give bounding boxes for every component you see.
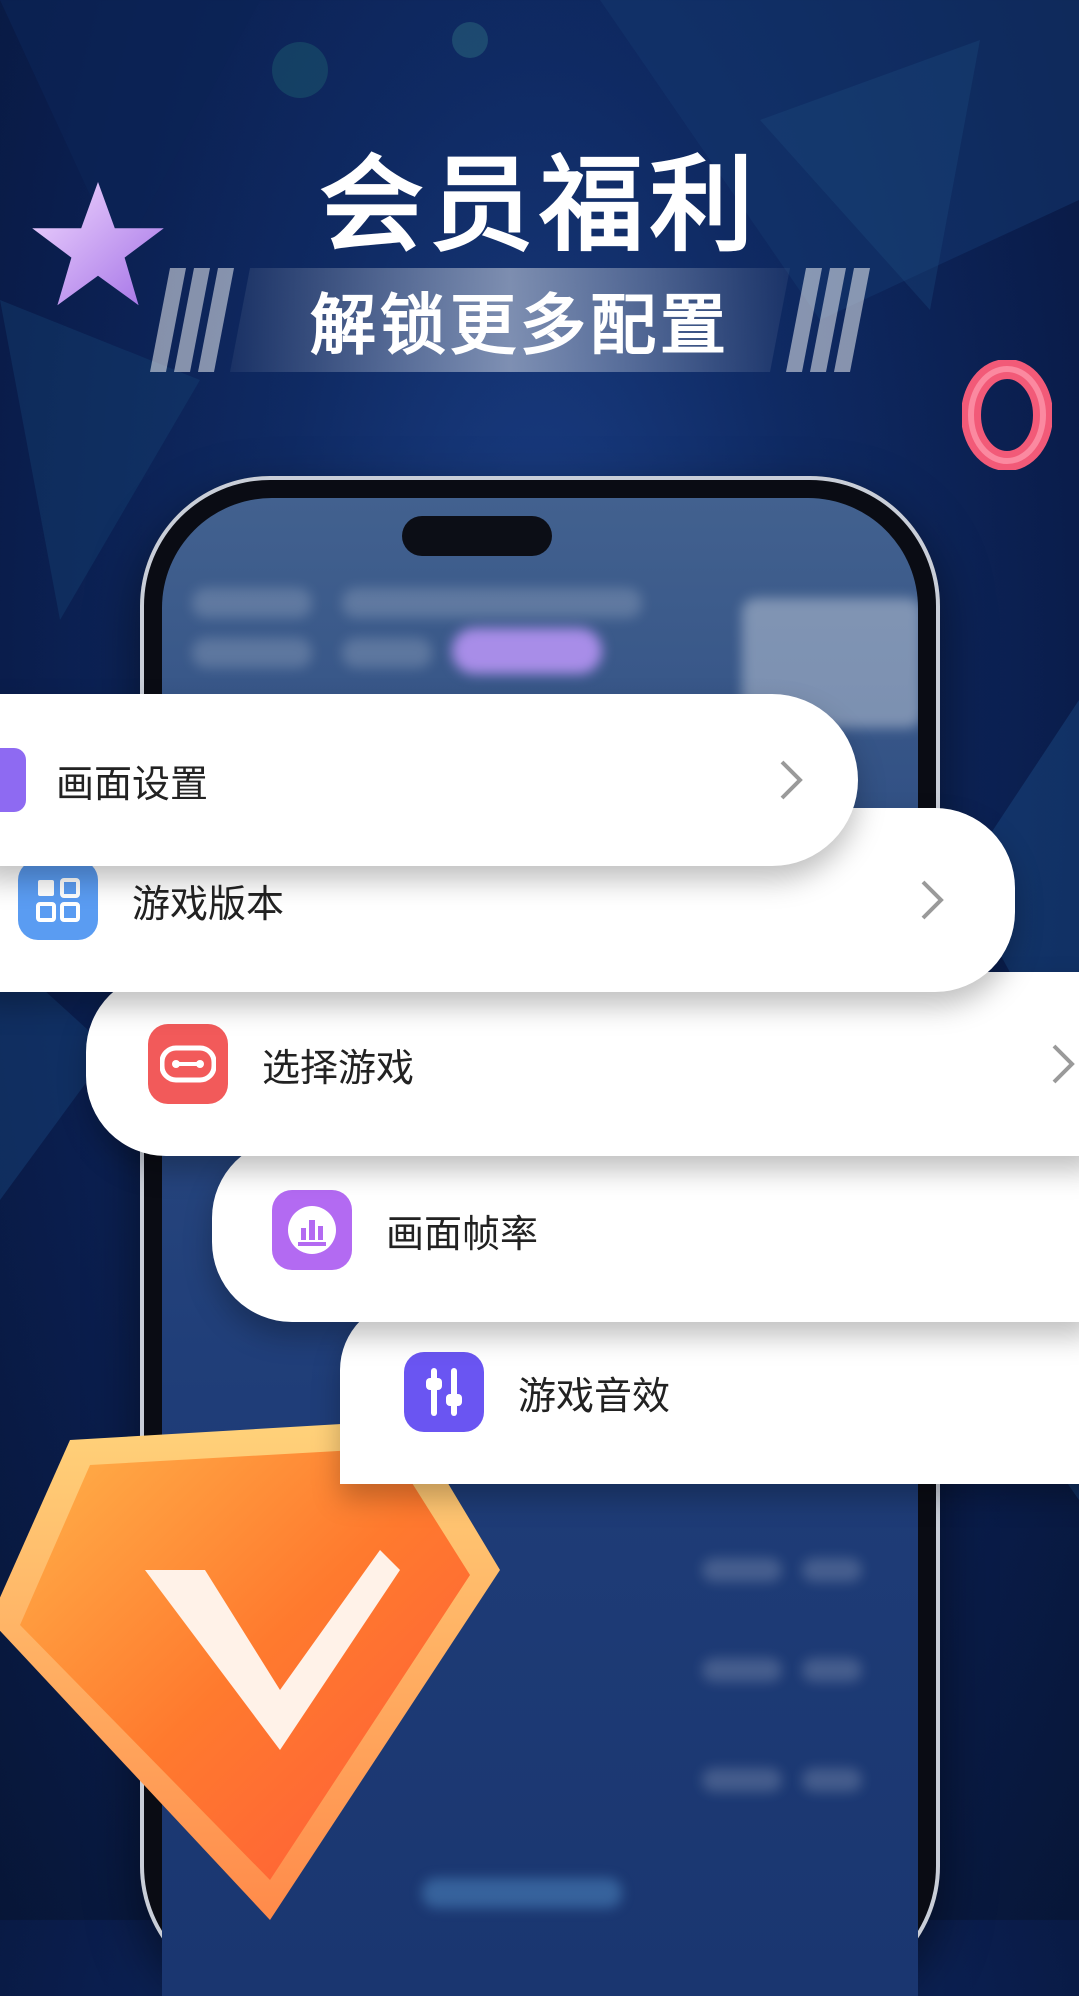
menu-item-game-sound[interactable]: 游戏音效 bbox=[340, 1300, 1079, 1484]
menu-item-label: 游戏音效 bbox=[518, 1373, 671, 1418]
page-title: 会员福利 bbox=[319, 144, 760, 266]
grid-icon bbox=[18, 860, 98, 940]
menu-item-label: 画面设置 bbox=[56, 761, 209, 806]
chevron-right-icon bbox=[1052, 1044, 1075, 1084]
menu-item-label: 游戏版本 bbox=[132, 881, 285, 926]
banner: 解锁更多配置 bbox=[150, 268, 890, 372]
chevron-right-icon bbox=[780, 760, 803, 800]
menu-item-picture-settings[interactable]: 画面设置 bbox=[0, 694, 858, 866]
gamepad-icon bbox=[148, 1024, 228, 1104]
bar-chart-icon bbox=[272, 1190, 352, 1270]
menu-item-select-game[interactable]: 选择游戏 bbox=[86, 972, 1079, 1156]
chevron-right-icon bbox=[921, 880, 944, 920]
banner-text: 解锁更多配置 bbox=[310, 287, 730, 364]
vip-gem-icon bbox=[0, 1420, 500, 1920]
equalizer-icon bbox=[404, 1352, 484, 1432]
menu-item-frame-rate[interactable]: 画面帧率 bbox=[212, 1138, 1079, 1322]
menu-item-label: 画面帧率 bbox=[386, 1211, 539, 1256]
purple-tab-icon bbox=[0, 748, 26, 812]
ring-icon bbox=[962, 360, 1052, 470]
menu-item-label: 选择游戏 bbox=[262, 1045, 415, 1090]
